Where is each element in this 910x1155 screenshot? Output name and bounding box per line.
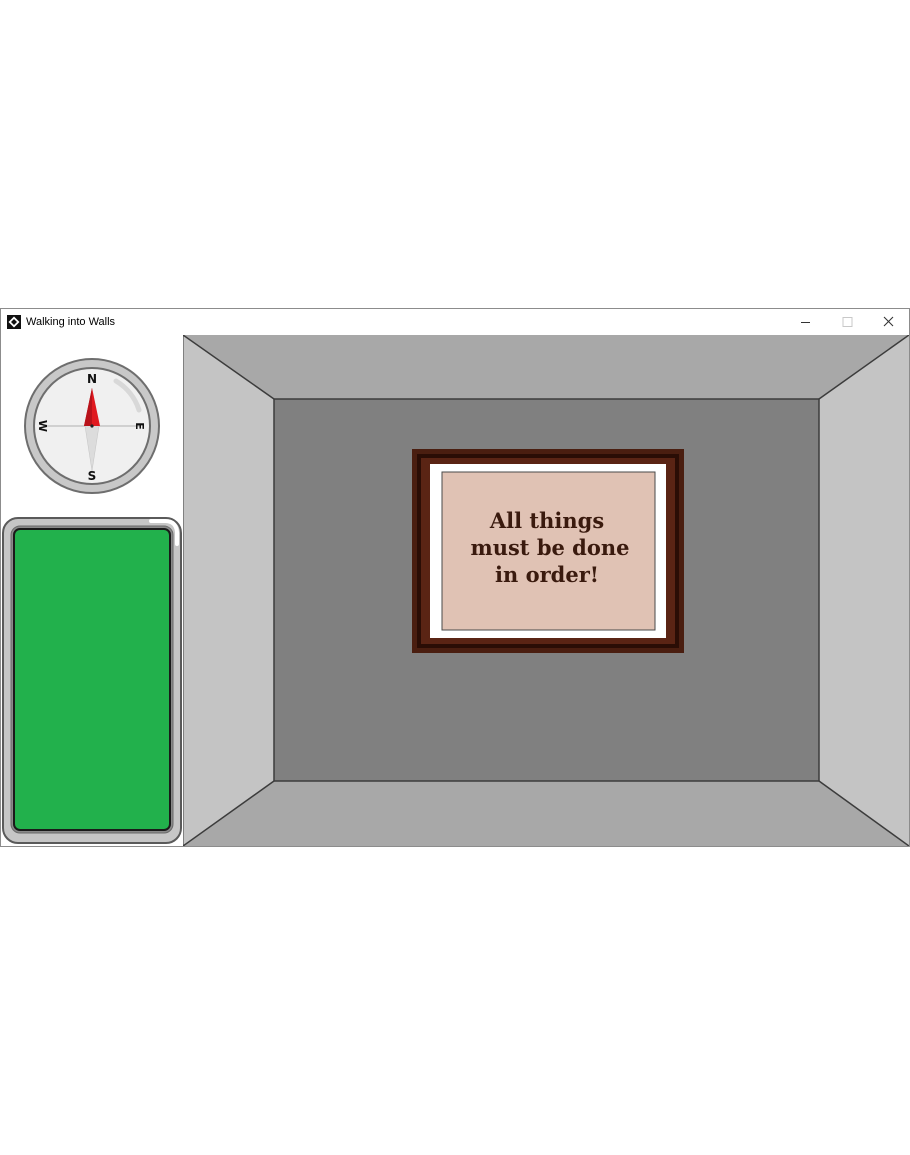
maximize-button[interactable] [826,309,868,335]
room-ceiling [183,335,909,399]
minimize-icon [801,322,810,323]
health-fill [13,528,171,831]
title-bar[interactable]: Walking into Walls [1,309,909,335]
compass-label-south: S [88,469,97,483]
wall-sign[interactable]: All things must be done in order! [412,449,684,653]
minimize-button[interactable] [784,309,826,335]
sign-line-3: in order! [495,562,599,587]
sign-line-2: must be done [471,535,630,560]
compass-label-north: N [87,372,97,386]
maximize-icon [842,317,853,327]
compass-label-east: E [133,422,146,430]
close-button[interactable] [867,309,909,335]
window-title: Walking into Walls [26,316,116,328]
app-icon [7,315,21,329]
close-icon [883,316,894,327]
room-left-wall [183,335,274,846]
sign-line-1: All things [489,508,604,533]
game-window: Walking into Walls N S E W All things mu… [0,308,910,847]
compass-label-west: W [36,420,49,432]
health-bar [2,517,182,844]
game-view: N S E W All things must be done in order… [1,335,909,846]
room-right-wall [819,335,909,846]
hud-panel: N S E W [1,335,183,846]
room-view: All things must be done in order! [183,335,909,846]
room-floor [183,781,909,846]
compass: N S E W [24,358,160,494]
